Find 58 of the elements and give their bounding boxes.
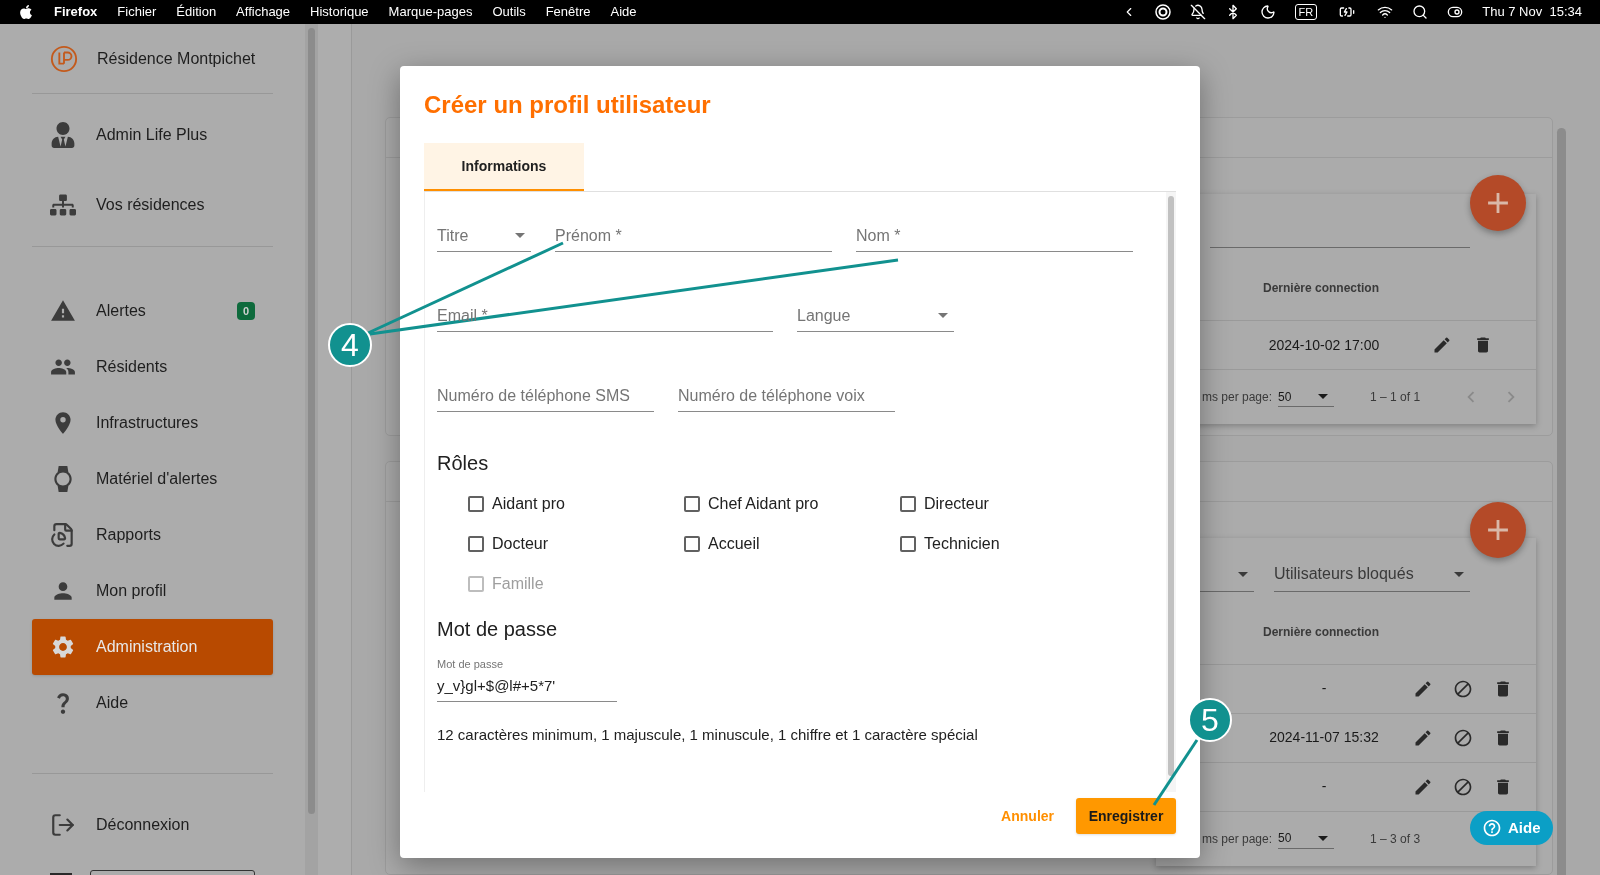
- text-field[interactable]: Numéro de téléphone SMS: [437, 380, 654, 412]
- sidebar-item[interactable]: Matériel d'alertes: [32, 451, 273, 507]
- text-field[interactable]: Numéro de téléphone voix: [678, 380, 895, 412]
- field-label: Mot de passe: [437, 657, 505, 672]
- menu-item[interactable]: Affichage: [236, 2, 291, 22]
- password-hint: 12 caractères minimum, 1 majuscule, 1 minuscule, 1 chiffre et 1 caractère spécial: [437, 725, 979, 745]
- role-checkbox[interactable]: Aidant pro: [468, 492, 684, 516]
- save-button[interactable]: Enregistrer: [1076, 798, 1176, 834]
- sidebar-item[interactable]: Infrastructures: [32, 395, 273, 451]
- sidebar-item[interactable]: Alertes 0: [32, 283, 273, 339]
- menu-item[interactable]: Firefox: [54, 2, 98, 22]
- select-field[interactable]: Titre: [437, 220, 531, 252]
- tab[interactable]: Informations: [424, 143, 584, 191]
- sidebar-item[interactable]: Rapports: [32, 507, 273, 563]
- pagination-range: 1 – 1 of 1: [1370, 389, 1421, 406]
- count-badge: 0: [236, 301, 255, 321]
- sidebar-item[interactable]: Vos résidences: [32, 170, 273, 240]
- section-heading: Rôles: [437, 451, 490, 476]
- per-page-select[interactable]: 50: [1278, 828, 1335, 849]
- input-source[interactable]: FR: [1294, 4, 1318, 20]
- menu-clock[interactable]: Thu 7 Nov 15:34: [1482, 2, 1582, 22]
- menu-item[interactable]: Historique: [310, 2, 369, 22]
- section-heading: Mot de passe: [437, 617, 559, 642]
- password-field[interactable]: y_v}gl+$@l#+5*7': [437, 674, 617, 702]
- pagination-range: 1 – 3 of 3: [1370, 830, 1421, 848]
- pagination-label: ms per page:: [1202, 389, 1273, 406]
- sidebar-item[interactable]: Admin Life Plus: [32, 100, 273, 170]
- pagination-label: ms per page:: [1202, 830, 1273, 848]
- sidebar-item[interactable]: Aide: [32, 675, 273, 731]
- menu-item[interactable]: Marque-pages: [388, 2, 473, 22]
- role-checkbox[interactable]: Docteur: [468, 532, 684, 556]
- table-cell-text: -: [1320, 679, 1328, 699]
- role-checkbox[interactable]: Directeur: [900, 492, 1116, 516]
- sidebar-item[interactable]: Déconnexion: [32, 800, 273, 850]
- sidebar-item[interactable]: Résidents: [32, 339, 273, 395]
- table-cell-text: 2024-11-07 15:32: [1268, 728, 1380, 748]
- sidebar-item[interactable]: Administration: [32, 619, 273, 675]
- text-field[interactable]: Nom *: [856, 220, 1133, 252]
- menu-item[interactable]: Fichier: [117, 2, 157, 22]
- menu-item[interactable]: Édition: [176, 2, 217, 22]
- text-field[interactable]: Email *: [437, 300, 773, 332]
- menu-item[interactable]: Aide: [610, 2, 637, 22]
- role-checkbox[interactable]: Technicien: [900, 532, 1116, 556]
- sidebar-item[interactable]: Mon profil: [32, 563, 273, 619]
- dialog-title: Créer un profil utilisateur: [424, 90, 712, 120]
- select-field[interactable]: Langue: [797, 300, 954, 332]
- menu-item[interactable]: Fenêtre: [545, 2, 591, 22]
- per-page-select[interactable]: 50: [1278, 387, 1335, 407]
- column-header: Dernière connection: [1262, 280, 1380, 297]
- table-cell-text: 2024-10-02 17:00: [1267, 335, 1381, 355]
- column-header: Dernière connection: [1262, 623, 1380, 641]
- menu-item[interactable]: Outils: [492, 2, 526, 22]
- role-checkbox[interactable]: Accueil: [684, 532, 900, 556]
- role-checkbox[interactable]: Chef Aidant pro: [684, 492, 900, 516]
- residence-name: Résidence Montpichet: [97, 48, 256, 69]
- table-cell-text: -: [1320, 777, 1328, 797]
- text-field[interactable]: Prénom *: [555, 220, 832, 252]
- filter-select[interactable]: Utilisateurs bloqués: [1274, 557, 1470, 592]
